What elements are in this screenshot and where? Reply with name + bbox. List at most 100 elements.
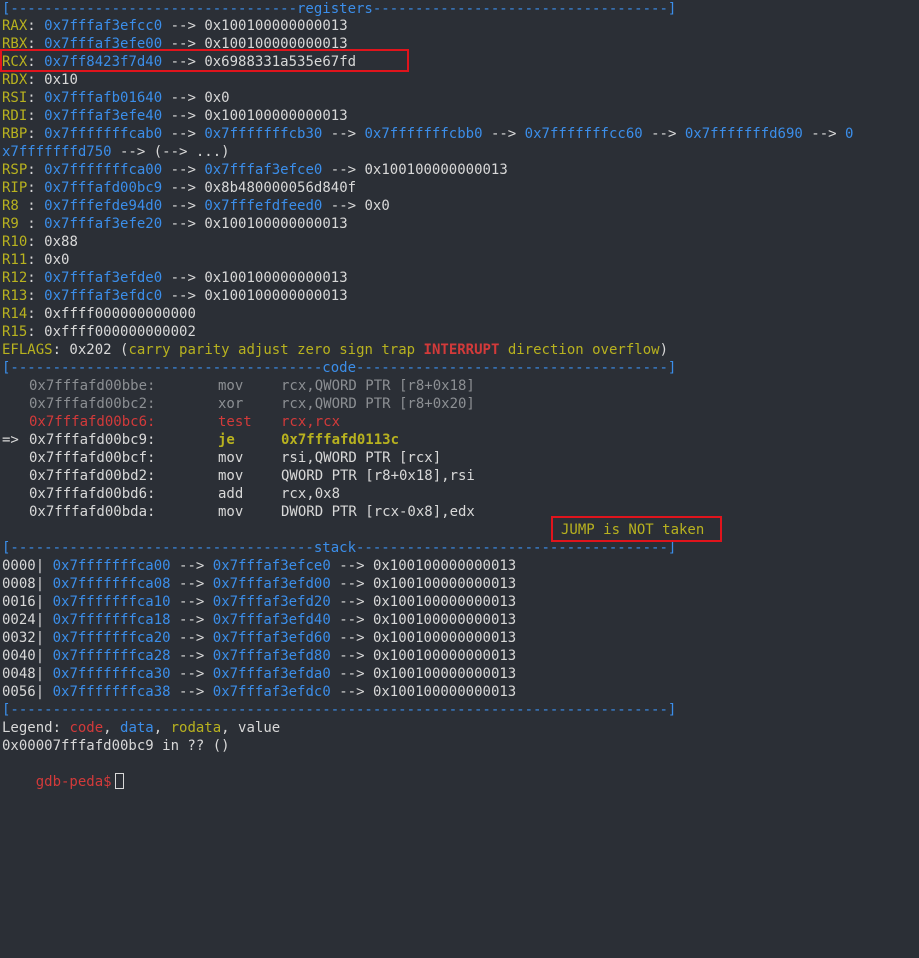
flag-parity: parity xyxy=(179,342,230,358)
register-row: R9 : 0x7fffaf3efe20 --> 0x10010000000001… xyxy=(2,215,348,233)
instruction-address: 0x7fffafd00bd6: xyxy=(29,486,156,502)
jump-highlight-box xyxy=(551,516,722,542)
pointer-arrow: --> xyxy=(170,630,213,646)
register-name: RAX xyxy=(2,18,28,34)
stack-value: 0x100100000000013 xyxy=(372,576,517,592)
instruction-operands: rcx,QWORD PTR [r8+0x18] xyxy=(281,378,475,394)
stack-offset: 0000| xyxy=(2,558,45,574)
stack-pointer-value: 0x7fffaf3efd20 xyxy=(212,594,331,610)
flag-direction: direction xyxy=(507,342,584,358)
legend-value: value xyxy=(238,720,281,736)
register-name: RDI xyxy=(2,108,28,124)
register-value: 0x100100000000013 xyxy=(204,18,348,34)
stack-row: 0024| 0x7fffffffca18 --> 0x7fffaf3efd40 … xyxy=(2,611,516,629)
register-row: R15: 0xffff000000000002 xyxy=(2,323,196,341)
register-value: 0x100100000000013 xyxy=(204,108,348,124)
stack-value: 0x100100000000013 xyxy=(372,594,517,610)
stack-value: 0x100100000000013 xyxy=(372,630,517,646)
text-cursor[interactable] xyxy=(114,773,124,789)
register-value: 0x7fffaf3efcc0 xyxy=(44,18,163,34)
instruction-operands: QWORD PTR [r8+0x18],rsi xyxy=(281,468,475,484)
instruction-mnemonic: je xyxy=(218,432,235,448)
register-value: 0x100100000000013 xyxy=(364,162,508,178)
register-row: RSI: 0x7fffafb01640 --> 0x0 xyxy=(2,89,230,107)
colon: : xyxy=(27,72,45,88)
flag-carry: carry xyxy=(128,342,171,358)
flag-interrupt: INTERRUPT xyxy=(423,342,500,358)
stack-value: 0x100100000000013 xyxy=(372,612,517,628)
register-value: x7fffffffd750 xyxy=(2,144,112,160)
register-name: RSI xyxy=(2,90,28,106)
pointer-arrow: --> xyxy=(330,648,373,664)
register-row: x7fffffffd750 --> (--> ...) xyxy=(2,143,230,161)
instruction-address: 0x7fffafd00bd2: xyxy=(29,468,156,484)
colon: : xyxy=(27,270,45,286)
register-name: RSP xyxy=(2,162,28,178)
pointer-arrow: --> xyxy=(802,126,846,142)
register-name: RDX xyxy=(2,72,28,88)
register-value: 0x7fffffffcc60 xyxy=(524,126,643,142)
comma: , xyxy=(221,720,239,736)
instruction-operands: rcx,QWORD PTR [r8+0x20] xyxy=(281,396,475,412)
register-row: RDI: 0x7fffaf3efe40 --> 0x10010000000001… xyxy=(2,107,348,125)
register-value: 0x7fffaf3efe20 xyxy=(44,216,163,232)
pointer-arrow: --> xyxy=(170,648,213,664)
comma: , xyxy=(153,720,171,736)
pointer-arrow: --> xyxy=(170,684,213,700)
pointer-arrow: --> xyxy=(642,126,685,142)
register-value: 0x88 xyxy=(44,234,78,250)
instruction-mnemonic: add xyxy=(218,486,244,502)
register-value: (--> ...) xyxy=(153,144,230,160)
pointer-arrow: --> xyxy=(330,576,373,592)
stack-offset: 0048| xyxy=(2,666,45,682)
register-value: 0x10 xyxy=(44,72,78,88)
legend-line: Legend: code, data, rodata, value xyxy=(2,719,280,737)
stack-address: 0x7fffffffca28 xyxy=(52,648,171,664)
instruction-mnemonic: mov xyxy=(218,378,244,394)
stack-value: 0x100100000000013 xyxy=(372,648,517,664)
stack-value: 0x100100000000013 xyxy=(372,558,517,574)
colon: : xyxy=(27,162,45,178)
instruction-operands: rcx,0x8 xyxy=(281,486,341,502)
register-value: 0xffff000000000000 xyxy=(44,306,196,322)
pointer-arrow: --> xyxy=(330,558,373,574)
register-row: RBP: 0x7fffffffcab0 --> 0x7fffffffcb30 -… xyxy=(2,125,853,143)
stack-address: 0x7fffffffca10 xyxy=(52,594,171,610)
register-row: RDX: 0x10 xyxy=(2,71,78,89)
instruction-operands: rsi,QWORD PTR [rcx] xyxy=(281,450,442,466)
stack-offset: 0016| xyxy=(2,594,45,610)
stack-address: 0x7fffffffca18 xyxy=(52,612,171,628)
colon: : xyxy=(27,180,45,196)
register-value: 0x7fffaf3efdc0 xyxy=(44,288,163,304)
colon: : xyxy=(27,252,45,268)
stack-pointer-value: 0x7fffaf3efce0 xyxy=(212,558,331,574)
register-value: 0x7fffffffcb30 xyxy=(204,126,323,142)
instruction-mnemonic: xor xyxy=(218,396,244,412)
register-value: 0x7fffaf3efde0 xyxy=(44,270,163,286)
register-value: 0x100100000000013 xyxy=(204,288,348,304)
pointer-arrow: --> xyxy=(162,162,205,178)
prompt-line[interactable]: gdb-peda$ xyxy=(2,755,124,790)
pointer-arrow: --> xyxy=(162,270,205,286)
pointer-arrow: --> xyxy=(330,666,373,682)
colon: : xyxy=(27,234,45,250)
pointer-arrow: --> xyxy=(170,594,213,610)
register-row: R11: 0x0 xyxy=(2,251,69,269)
register-value: 0x7fffafb01640 xyxy=(44,90,163,106)
terminal-window[interactable]: [----------------------------------regis… xyxy=(0,0,919,958)
pointer-arrow: --> xyxy=(170,576,213,592)
pointer-arrow: --> xyxy=(111,144,154,160)
colon: : xyxy=(27,324,45,340)
register-name: R13 xyxy=(2,288,28,304)
colon: : xyxy=(27,198,45,214)
stack-row: 0016| 0x7fffffffca10 --> 0x7fffaf3efd20 … xyxy=(2,593,516,611)
register-name: R8 xyxy=(2,198,28,214)
register-name: R14 xyxy=(2,306,28,322)
stack-address: 0x7fffffffca08 xyxy=(52,576,171,592)
